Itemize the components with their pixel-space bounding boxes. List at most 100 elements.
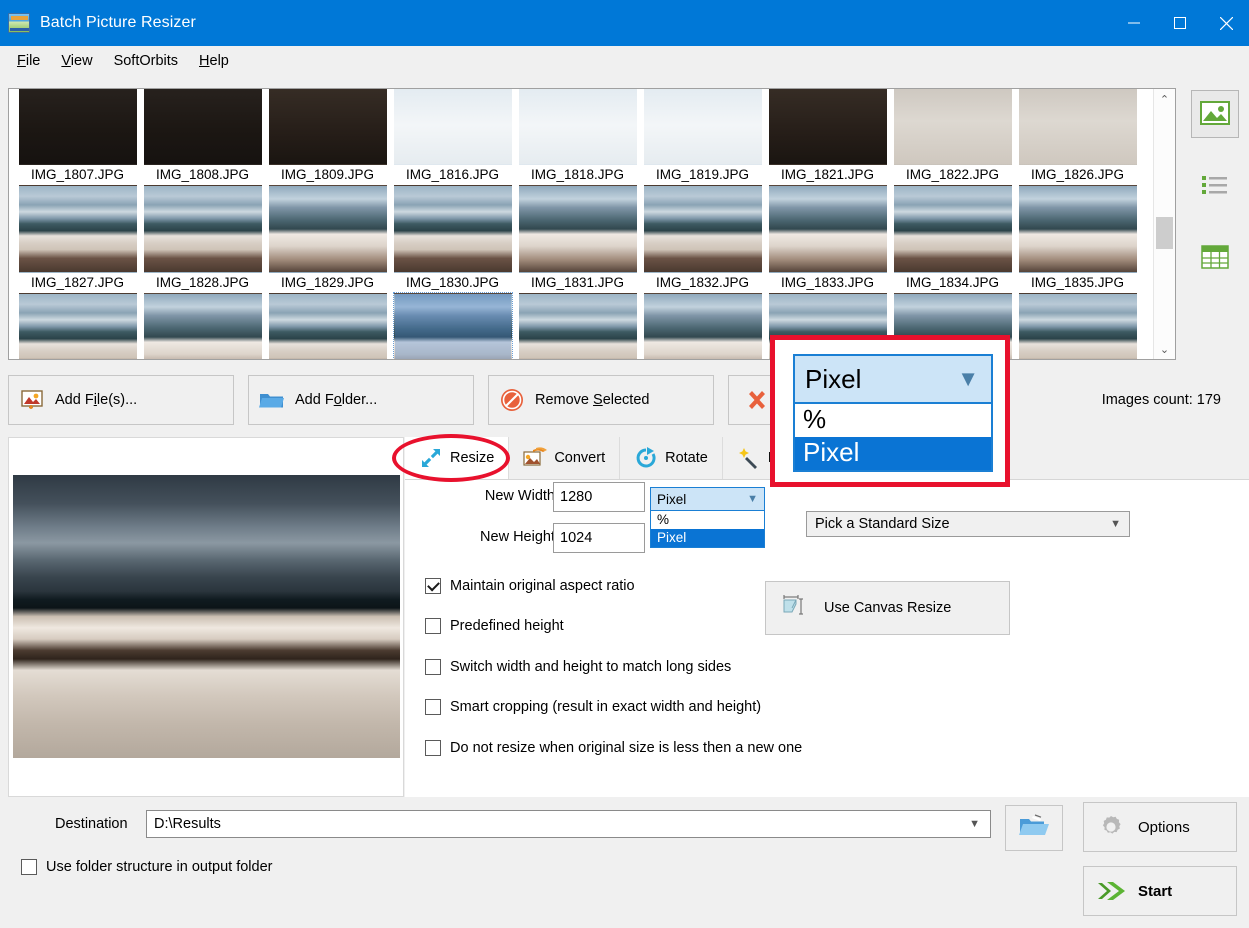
browse-folder-button[interactable]	[1005, 805, 1063, 851]
use-folder-structure-checkbox[interactable]	[21, 859, 37, 875]
thumbnail-item[interactable]: IMG_1834.JPG	[890, 185, 1015, 293]
thumbnail-item[interactable]: IMG_1816.JPG	[390, 89, 515, 185]
operation-tabs: Resize Convert Rotate	[405, 437, 827, 479]
menu-item-file[interactable]: File	[8, 49, 49, 73]
thumbnail-scrollbar[interactable]: ⌃ ⌄	[1153, 89, 1175, 359]
predefined-height-checkbox[interactable]	[425, 618, 441, 634]
thumbnail-image	[518, 89, 637, 165]
thumbnail-image	[18, 293, 137, 359]
list-view-button[interactable]	[1191, 162, 1239, 210]
rotate-circle-icon	[634, 446, 658, 470]
maintain-aspect-ratio-checkbox[interactable]	[425, 578, 441, 594]
scroll-down-icon[interactable]: ⌄	[1154, 339, 1175, 359]
tab-resize[interactable]: Resize	[405, 437, 510, 479]
chevron-down-icon: ▼	[957, 366, 979, 391]
file-toolbar: Add File(s)... Add Folder... Remove Sele…	[8, 375, 786, 425]
unit-option-percent[interactable]: %	[651, 511, 764, 529]
thumbnail-image	[268, 293, 387, 359]
new-width-input[interactable]	[553, 482, 645, 512]
switch-wh-checkbox[interactable]	[425, 659, 441, 675]
add-image-icon	[9, 390, 55, 410]
predefined-height-row[interactable]: Predefined height	[425, 618, 564, 634]
thumbnail-item[interactable]: IMG_1837.JPG	[140, 293, 265, 359]
canvas-resize-icon	[766, 594, 824, 622]
minimize-button[interactable]	[1111, 0, 1157, 46]
use-canvas-resize-button[interactable]: Use Canvas Resize	[765, 581, 1010, 635]
start-button[interactable]: Start	[1083, 866, 1237, 916]
thumbnail-item[interactable]: IMG_1833.JPG	[765, 185, 890, 293]
close-button[interactable]	[1203, 0, 1249, 46]
callout-unit-options[interactable]: % Pixel	[793, 404, 993, 472]
scroll-up-icon[interactable]: ⌃	[1154, 89, 1175, 109]
use-canvas-resize-label: Use Canvas Resize	[824, 600, 952, 616]
unit-option-pixel[interactable]: Pixel	[651, 529, 764, 547]
thumbnail-item[interactable]: IMG_1845.JPG	[1015, 293, 1140, 359]
do-not-resize-checkbox[interactable]	[425, 740, 441, 756]
standard-size-select[interactable]: Pick a Standard Size ▼	[806, 511, 1130, 537]
thumbnail-image	[18, 89, 137, 165]
thumbnail-view-button[interactable]	[1191, 90, 1239, 138]
thumbnail-item[interactable]: IMG_1818.JPG	[515, 89, 640, 185]
thumbnail-image	[143, 185, 262, 273]
thumbnail-item[interactable]: IMG_1822.JPG	[890, 89, 1015, 185]
thumbnail-item[interactable]: IMG_1842.JPG	[640, 293, 765, 359]
thumbnail-image	[1018, 293, 1137, 359]
menu-item-view[interactable]: View	[52, 49, 101, 73]
options-button[interactable]: Options	[1083, 802, 1237, 852]
thumbnail-filename: IMG_1822.JPG	[905, 167, 1000, 182]
maximize-button[interactable]	[1157, 0, 1203, 46]
menu-item-help[interactable]: Help	[190, 49, 238, 73]
add-files-button[interactable]: Add File(s)...	[8, 375, 234, 425]
thumbnail-item[interactable]: IMG_1836.JPG	[15, 293, 140, 359]
table-view-button[interactable]	[1191, 234, 1239, 282]
thumbnail-filename: IMG_1816.JPG	[405, 167, 500, 182]
new-width-label: New Width	[484, 488, 555, 504]
thumbnail-filename: IMG_1831.JPG	[530, 275, 625, 290]
remove-selected-button[interactable]: Remove Selected	[488, 375, 714, 425]
destination-input[interactable]: D:\Results ▼	[146, 810, 991, 838]
thumbnail-image	[393, 185, 512, 273]
thumbnail-item[interactable]: IMG_1830.JPG	[390, 185, 515, 293]
callout-unit-option-pixel[interactable]: Pixel	[795, 437, 991, 470]
thumbnail-item[interactable]: IMG_1841.JPG	[515, 293, 640, 359]
callout-unit-select[interactable]: Pixel ▼	[793, 354, 993, 404]
switch-wh-row[interactable]: Switch width and height to match long si…	[425, 659, 731, 675]
thumbnail-item[interactable]: IMG_1826.JPG	[1015, 89, 1140, 185]
thumbnail-item[interactable]: IMG_1807.JPG	[15, 89, 140, 185]
smart-cropping-checkbox[interactable]	[425, 699, 441, 715]
maintain-aspect-ratio-row[interactable]: Maintain original aspect ratio	[425, 578, 635, 594]
thumbnail-item[interactable]: IMG_1835.JPG	[1015, 185, 1140, 293]
thumbnail-filename: IMG_1818.JPG	[530, 167, 625, 182]
thumbnail-item[interactable]: IMG_1828.JPG	[140, 185, 265, 293]
menu-item-softorbits[interactable]: SoftOrbits	[105, 49, 187, 73]
list-icon	[1201, 174, 1229, 199]
do-not-resize-row[interactable]: Do not resize when original size is less…	[425, 740, 802, 756]
do-not-resize-label: Do not resize when original size is less…	[450, 740, 803, 756]
thumbnail-item[interactable]: IMG_1809.JPG	[265, 89, 390, 185]
thumbnail-item[interactable]: IMG_1839.JPG	[390, 292, 515, 359]
thumbnail-item[interactable]: IMG_1832.JPG	[640, 185, 765, 293]
chevron-down-icon[interactable]: ▼	[969, 818, 980, 830]
thumbnail-list-panel[interactable]: IMG_1807.JPG IMG_1808.JPG IMG_1809.JPG IMG_…	[8, 88, 1176, 360]
thumbnail-item[interactable]: IMG_1829.JPG	[265, 185, 390, 293]
unit-select[interactable]: Pixel ▼	[650, 487, 765, 511]
maintain-aspect-ratio-label: Maintain original aspect ratio	[450, 578, 635, 594]
thumbnail-item[interactable]: IMG_1827.JPG	[15, 185, 140, 293]
tab-rotate[interactable]: Rotate	[620, 437, 723, 479]
smart-cropping-row[interactable]: Smart cropping (result in exact width an…	[425, 699, 761, 715]
thumbnail-item[interactable]: IMG_1831.JPG	[515, 185, 640, 293]
chevron-down-icon: ▼	[1110, 518, 1121, 530]
unit-select-options[interactable]: % Pixel	[650, 511, 765, 548]
thumbnail-item[interactable]: IMG_1821.JPG	[765, 89, 890, 185]
add-folder-button[interactable]: Add Folder...	[248, 375, 474, 425]
thumbnail-item[interactable]: IMG_1808.JPG	[140, 89, 265, 185]
thumbnail-image	[143, 89, 262, 165]
tab-convert[interactable]: Convert	[509, 437, 621, 479]
use-folder-structure-row[interactable]: Use folder structure in output folder	[21, 859, 272, 875]
thumbnail-item[interactable]: IMG_1819.JPG	[640, 89, 765, 185]
scrollbar-thumb[interactable]	[1156, 217, 1173, 249]
callout-unit-option-percent[interactable]: %	[795, 404, 991, 437]
new-height-input[interactable]	[553, 523, 645, 553]
thumbnail-scroll-area[interactable]: IMG_1807.JPG IMG_1808.JPG IMG_1809.JPG IMG_…	[9, 89, 1153, 359]
thumbnail-item[interactable]: IMG_1838.JPG	[265, 293, 390, 359]
